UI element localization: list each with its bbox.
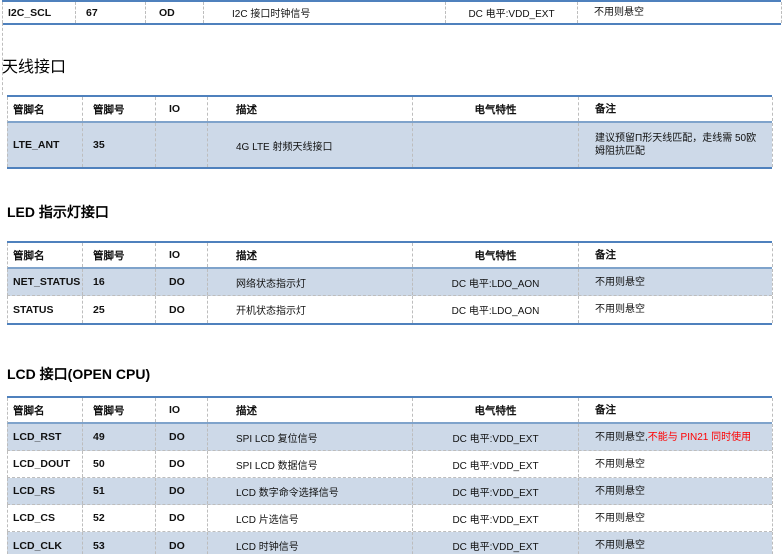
column-header-description: 描述 — [208, 243, 413, 267]
pin-name-cell: NET_STATUS — [8, 269, 83, 295]
table-row: LCD_RST 49 DO SPI LCD 复位信号 DC 电平:VDD_EXT… — [7, 424, 772, 451]
column-header-io: IO — [156, 243, 208, 267]
pin-name-cell: LCD_CLK — [8, 532, 83, 554]
io-cell: DO — [156, 478, 208, 504]
column-header-electrical: 电气特性 — [413, 398, 579, 422]
column-header-pin-number: 管脚号 — [83, 398, 156, 422]
remark-cell: 建议预留Π形天线匹配，走线需 50欧姆阻抗匹配 — [579, 123, 773, 167]
description-cell: LCD 数字命令选择信号 — [208, 478, 413, 504]
description-cell: I2C 接口时钟信号 — [204, 2, 446, 23]
table-row: NET_STATUS 16 DO 网络状态指示灯 DC 电平:LDO_AON 不… — [7, 269, 772, 296]
electrical-cell: DC 电平:VDD_EXT — [413, 532, 579, 554]
description-cell: 4G LTE 射频天线接口 — [208, 123, 413, 167]
led-pin-table: 管脚名 管脚号 IO 描述 电气特性 备注 NET_STATUS 16 DO 网… — [7, 241, 772, 325]
description-cell: 开机状态指示灯 — [208, 296, 413, 323]
table-row: LCD_RS 51 DO LCD 数字命令选择信号 DC 电平:VDD_EXT … — [7, 478, 772, 505]
electrical-cell: DC 电平:VDD_EXT — [413, 424, 579, 450]
lcd-pin-table: 管脚名 管脚号 IO 描述 电气特性 备注 LCD_RST 49 DO SPI … — [7, 396, 772, 554]
section-title-led: LED 指示灯接口 — [7, 202, 109, 223]
remark-cell: 不用则悬空 — [579, 532, 773, 554]
remark-cell: 不用则悬空,不能与 PIN21 同时使用 — [579, 424, 773, 450]
column-header-remark: 备注 — [579, 243, 773, 267]
column-header-description: 描述 — [208, 97, 413, 121]
pin-name-cell: LCD_RS — [8, 478, 83, 504]
pin-number-cell: 51 — [83, 478, 156, 504]
electrical-cell: DC 电平:LDO_AON — [413, 296, 579, 323]
pin-number-cell: 50 — [83, 451, 156, 477]
pin-name-cell: LCD_RST — [8, 424, 83, 450]
table-row: LCD_CLK 53 DO LCD 时钟信号 DC 电平:VDD_EXT 不用则… — [7, 532, 772, 554]
section-title-antenna: 天线接口 — [2, 56, 66, 80]
column-header-remark: 备注 — [579, 398, 773, 422]
column-header-io: IO — [156, 398, 208, 422]
column-header-electrical: 电气特性 — [413, 97, 579, 121]
remark-cell: 不用则悬空 — [579, 478, 773, 504]
pin-name-cell: I2C_SCL — [3, 2, 76, 23]
io-cell: OD — [146, 2, 204, 23]
electrical-cell: DC 电平:VDD_EXT — [446, 2, 578, 23]
remark-cell: 不用则悬空 — [579, 505, 773, 531]
io-cell: DO — [156, 505, 208, 531]
table-row: LTE_ANT 35 4G LTE 射频天线接口 建议预留Π形天线匹配，走线需 … — [7, 123, 772, 167]
pin-number-cell: 25 — [83, 296, 156, 323]
remark-cell: 不用则悬空 — [579, 296, 773, 323]
column-header-pin-name: 管脚名 — [8, 398, 83, 422]
io-cell: DO — [156, 451, 208, 477]
electrical-cell — [413, 123, 579, 167]
table-row: LCD_CS 52 DO LCD 片选信号 DC 电平:VDD_EXT 不用则悬… — [7, 505, 772, 532]
pin-name-cell: LTE_ANT — [8, 123, 83, 167]
electrical-cell: DC 电平:VDD_EXT — [413, 478, 579, 504]
antenna-pin-table: 管脚名 管脚号 IO 描述 电气特性 备注 LTE_ANT 35 4G LTE … — [7, 95, 772, 169]
pin-number-cell: 16 — [83, 269, 156, 295]
electrical-cell: DC 电平:VDD_EXT — [413, 505, 579, 531]
table-row: I2C_SCL 67 OD I2C 接口时钟信号 DC 电平:VDD_EXT 不… — [2, 2, 781, 23]
column-header-electrical: 电气特性 — [413, 243, 579, 267]
electrical-cell: DC 电平:VDD_EXT — [413, 451, 579, 477]
previous-pin-table: I2C_SCL 67 OD I2C 接口时钟信号 DC 电平:VDD_EXT 不… — [2, 0, 781, 25]
table-header-row: 管脚名 管脚号 IO 描述 电气特性 备注 — [7, 398, 772, 424]
datasheet-page: I2C_SCL 67 OD I2C 接口时钟信号 DC 电平:VDD_EXT 不… — [0, 0, 784, 554]
description-cell: SPI LCD 复位信号 — [208, 424, 413, 450]
pin-name-cell: LCD_CS — [8, 505, 83, 531]
column-header-description: 描述 — [208, 398, 413, 422]
remark-warning-text: 不能与 PIN21 同时使用 — [648, 431, 751, 444]
section-title-lcd: LCD 接口(OPEN CPU) — [7, 364, 150, 385]
column-header-io: IO — [156, 97, 208, 121]
description-cell: 网络状态指示灯 — [208, 269, 413, 295]
remark-cell: 不用则悬空 — [579, 451, 773, 477]
description-cell: SPI LCD 数据信号 — [208, 451, 413, 477]
io-cell — [156, 123, 208, 167]
pin-number-cell: 53 — [83, 532, 156, 554]
column-header-pin-number: 管脚号 — [83, 97, 156, 121]
remark-text: 不用则悬空, — [595, 431, 648, 444]
pin-number-cell: 52 — [83, 505, 156, 531]
pin-number-cell: 35 — [83, 123, 156, 167]
table-header-row: 管脚名 管脚号 IO 描述 电气特性 备注 — [7, 243, 772, 269]
column-header-pin-name: 管脚名 — [8, 97, 83, 121]
pin-number-cell: 67 — [76, 2, 146, 23]
io-cell: DO — [156, 296, 208, 323]
description-cell: LCD 片选信号 — [208, 505, 413, 531]
description-cell: LCD 时钟信号 — [208, 532, 413, 554]
column-header-pin-number: 管脚号 — [83, 243, 156, 267]
pin-number-cell: 49 — [83, 424, 156, 450]
pin-name-cell: LCD_DOUT — [8, 451, 83, 477]
column-header-remark: 备注 — [579, 97, 773, 121]
column-header-pin-name: 管脚名 — [8, 243, 83, 267]
remark-cell: 不用则悬空 — [579, 269, 773, 295]
table-row: STATUS 25 DO 开机状态指示灯 DC 电平:LDO_AON 不用则悬空 — [7, 296, 772, 323]
io-cell: DO — [156, 269, 208, 295]
io-cell: DO — [156, 424, 208, 450]
electrical-cell: DC 电平:LDO_AON — [413, 269, 579, 295]
remark-cell: 不用则悬空 — [578, 2, 782, 23]
io-cell: DO — [156, 532, 208, 554]
table-row: LCD_DOUT 50 DO SPI LCD 数据信号 DC 电平:VDD_EX… — [7, 451, 772, 478]
table-header-row: 管脚名 管脚号 IO 描述 电气特性 备注 — [7, 97, 772, 123]
pin-name-cell: STATUS — [8, 296, 83, 323]
